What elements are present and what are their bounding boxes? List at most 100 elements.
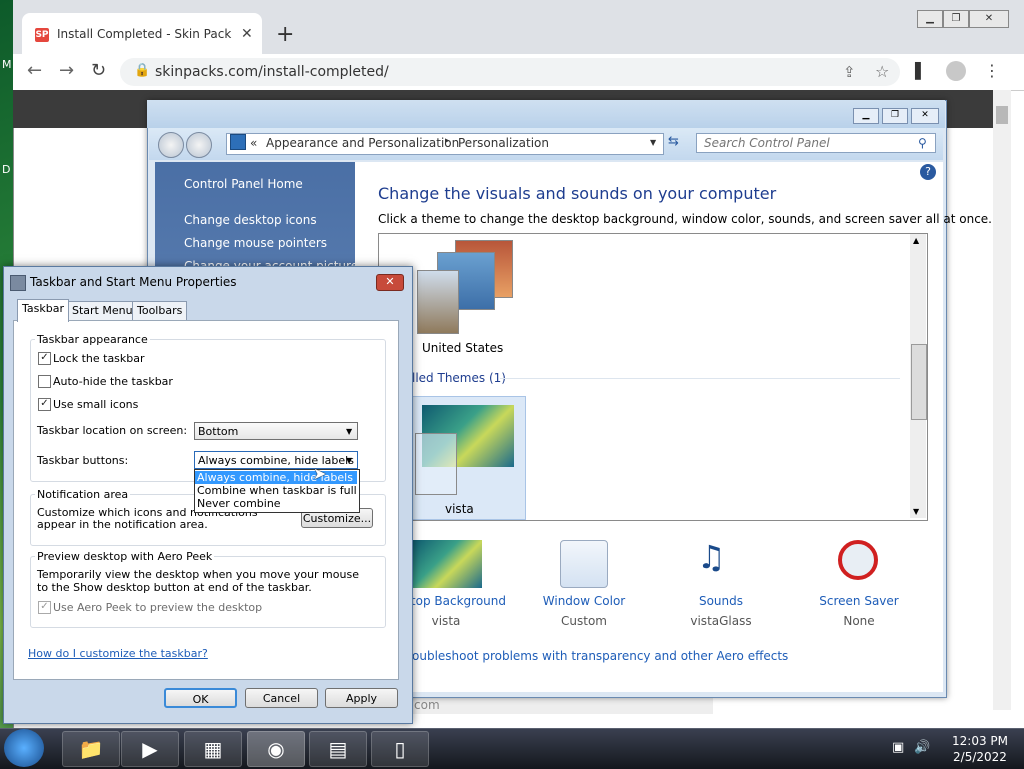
cp-minimize-icon[interactable]: ▁ [853,108,879,124]
url-text: skinpacks.com/install-completed/ [155,64,389,80]
location-select-value: Bottom [198,425,239,438]
lock-icon[interactable]: 🔒 [134,63,150,78]
themes-scroll-up-icon[interactable]: ▲ [913,236,919,245]
apply-button[interactable]: Apply [325,688,398,708]
taskbar-media-player-icon[interactable]: ▶ [121,731,179,767]
back-icon[interactable]: ← [27,60,42,81]
sounds-value: vistaGlass [690,614,752,628]
close-window-icon[interactable]: ✕ [969,10,1009,28]
profile-avatar[interactable] [946,61,966,81]
breadcrumb-dropdown-icon[interactable]: ▼ [650,138,656,147]
tray-network-icon[interactable]: ▣ [892,740,904,755]
start-button-icon[interactable] [4,729,44,767]
sounds-link[interactable]: Sounds [666,594,776,608]
group-label-notification: Notification area [35,488,131,501]
cp-maximize-icon[interactable]: ❐ [882,108,908,124]
screen-saver-link[interactable]: Screen Saver [804,594,914,608]
tab-taskbar[interactable]: Taskbar [17,299,69,322]
theme-united-states[interactable] [415,240,515,334]
desktop-background-link[interactable]: ktop Background [400,594,510,608]
theme-label-vista: vista [445,502,474,516]
tab-start-menu[interactable]: Start Menu [67,301,138,321]
location-label: Taskbar location on screen: [37,424,188,437]
close-tab-icon[interactable]: ✕ [241,26,253,42]
page-scrollbar[interactable] [993,90,1011,710]
lock-taskbar-checkbox[interactable]: ✓ [38,352,51,365]
taskbar-properties-icon[interactable]: ▯ [371,731,429,767]
screen-saver-icon[interactable] [838,540,878,580]
dropdown-option-always-combine[interactable]: Always combine, hide labels [195,471,357,484]
ok-button[interactable]: OK [164,688,237,708]
help-customize-link[interactable]: How do I customize the taskbar? [28,647,208,660]
help-icon[interactable]: ? [920,164,936,180]
buttons-chevron-down-icon[interactable]: ▼ [346,456,352,465]
cp-back-icon[interactable] [158,132,184,158]
forward-icon[interactable]: → [59,60,74,81]
page-scrollbar-thumb[interactable] [996,106,1008,124]
cp-close-icon[interactable]: ✕ [911,108,939,124]
theme-vista-color-swatch [415,433,457,495]
refresh-icon[interactable]: ⇆ [668,134,679,149]
breadcrumb-separator[interactable]: ▸ [445,136,450,146]
desktop-background-icon[interactable] [412,540,482,588]
search-icon[interactable]: ⚲ [918,136,927,150]
installed-themes-divider [500,378,900,379]
tray-volume-icon[interactable]: 🔊 [914,740,930,755]
tray-clock[interactable]: 12:03 PM 2/5/2022 [940,733,1020,765]
peek-text: Temporarily view the desktop when you mo… [37,568,359,594]
breadcrumb-appearance[interactable]: Appearance and Personalization [266,136,459,150]
minimize-icon[interactable]: ▁ [917,10,943,28]
breadcrumb-personalization[interactable]: Personalization [458,136,549,150]
sounds-icon[interactable]: ♫ [697,538,726,576]
sidepanel-icon[interactable]: ▌ [915,62,927,80]
dialog-close-icon[interactable]: ✕ [376,274,404,291]
clock-time: 12:03 PM [952,734,1008,748]
cp-heading: Change the visuals and sounds on your co… [378,184,777,203]
menu-dots-icon[interactable]: ⋮ [984,61,1000,80]
window-color-link[interactable]: Window Color [529,594,639,608]
aero-peek-checkbox[interactable]: ✓ [38,601,51,614]
buttons-select-value: Always combine, hide labels [198,454,354,467]
taskbar-properties-icon [10,275,26,291]
new-tab-icon[interactable]: + [276,22,294,47]
cp-link-mouse-pointers[interactable]: Change mouse pointers [184,236,327,250]
buttons-select[interactable]: Always combine, hide labels [194,451,358,469]
dropdown-option-never-combine[interactable]: Never combine [195,497,357,510]
location-select[interactable]: Bottom [194,422,358,440]
location-chevron-down-icon[interactable]: ▼ [346,427,352,436]
theme-thumb-front [417,270,459,334]
cp-subheading: Click a theme to change the desktop back… [378,212,992,226]
themes-scroll-down-icon[interactable]: ▼ [913,507,919,516]
skinpack-favicon-icon: SP [35,28,49,42]
troubleshoot-link[interactable]: oubleshoot problems with transparency an… [412,649,788,663]
installed-themes-header: lled Themes (1) [412,371,506,385]
small-icons-checkbox[interactable]: ✓ [38,398,51,411]
bookmark-star-icon[interactable]: ☆ [875,62,889,81]
taskbar-app-icon[interactable]: ▦ [184,731,242,767]
cp-link-desktop-icons[interactable]: Change desktop icons [184,213,317,227]
cp-link-home[interactable]: Control Panel Home [184,177,303,191]
dropdown-option-combine-when-full[interactable]: Combine when taskbar is full [195,484,357,497]
reload-icon[interactable]: ↻ [91,60,106,81]
taskbar-explorer-icon[interactable]: 📁 [62,731,120,767]
search-control-panel-input[interactable] [696,133,936,153]
taskbar-chrome-icon[interactable]: ◉ [247,731,305,767]
status-text: com [414,698,440,712]
screen-saver-value: None [843,614,875,628]
window-color-value: Custom [561,614,607,628]
control-panel-titlebar [147,100,945,128]
taskbar-control-panel-icon[interactable]: ▤ [309,731,367,767]
tab-toolbars[interactable]: Toolbars [132,301,188,321]
cancel-button[interactable]: Cancel [245,688,318,708]
lock-taskbar-label: Lock the taskbar [53,352,145,365]
share-icon[interactable]: ⇪ [843,63,856,81]
window-color-icon[interactable] [560,540,608,588]
desktop-label-d: D [2,163,11,176]
autohide-checkbox[interactable] [38,375,51,388]
aero-peek-label: Use Aero Peek to preview the desktop [53,601,263,614]
clock-date: 2/5/2022 [953,750,1007,764]
themes-scrollbar-thumb[interactable] [911,344,927,420]
restore-icon[interactable]: ❐ [943,10,969,28]
tab-title: Install Completed - Skin Pack Th [57,27,233,41]
cp-forward-icon[interactable] [186,132,212,158]
